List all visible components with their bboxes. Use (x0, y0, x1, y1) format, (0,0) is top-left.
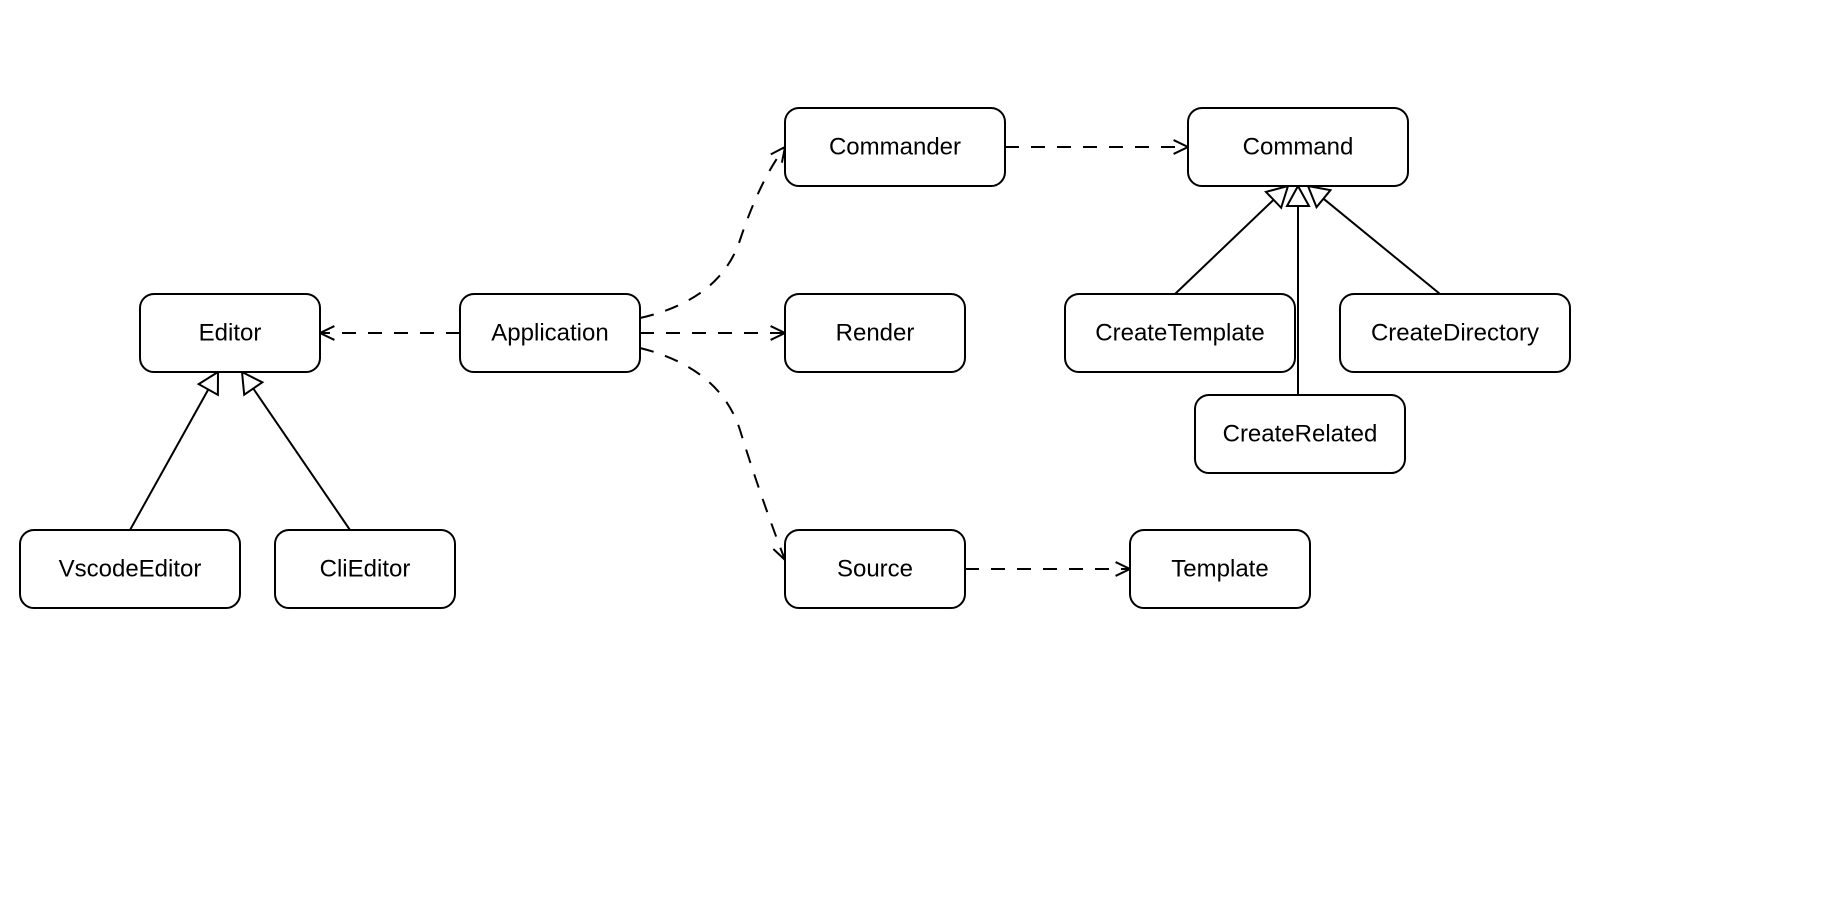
node-label-vscodeEditor: VscodeEditor (59, 555, 202, 582)
arrow-hollow-icon (1308, 186, 1330, 207)
node-label-template: Template (1171, 555, 1268, 582)
edge-application-to-editor (320, 326, 460, 340)
node-template: Template (1130, 530, 1310, 608)
node-label-cliEditor: CliEditor (320, 555, 411, 582)
edge-vscodeEditor-to-editor (130, 372, 218, 530)
node-vscodeEditor: VscodeEditor (20, 530, 240, 608)
arrow-open-icon (1174, 140, 1188, 154)
node-cliEditor: CliEditor (275, 530, 455, 608)
node-application: Application (460, 294, 640, 372)
edge-createTemplate-to-command (1175, 186, 1288, 294)
nodes-layer: Editor VscodeEditor CliEditor Application Co… (20, 108, 1570, 608)
edge-createDirectory-to-command (1308, 186, 1440, 294)
node-createDirectory: CreateDirectory (1340, 294, 1570, 372)
edge-application-to-source (640, 348, 786, 560)
node-createRelated: CreateRelated (1195, 395, 1405, 473)
edge-source-to-template (965, 562, 1130, 576)
node-label-source: Source (837, 555, 913, 582)
node-createTemplate: CreateTemplate (1065, 294, 1295, 372)
edge-application-to-render (640, 326, 785, 340)
node-label-createTemplate: CreateTemplate (1095, 319, 1264, 346)
node-label-application: Application (491, 319, 608, 346)
arrow-hollow-icon (242, 372, 262, 395)
node-render: Render (785, 294, 965, 372)
node-command: Command (1188, 108, 1408, 186)
node-label-createRelated: CreateRelated (1223, 420, 1378, 447)
node-editor: Editor (140, 294, 320, 372)
arrow-hollow-icon (1287, 186, 1309, 206)
node-label-editor: Editor (199, 319, 262, 346)
node-label-command: Command (1243, 133, 1354, 160)
node-label-render: Render (836, 319, 915, 346)
node-label-commander: Commander (829, 133, 961, 160)
edge-cliEditor-to-editor (242, 372, 350, 530)
edge-application-to-commander (640, 147, 785, 318)
class-diagram: Editor VscodeEditor CliEditor Application Co… (0, 0, 1834, 924)
node-source: Source (785, 530, 965, 608)
node-commander: Commander (785, 108, 1005, 186)
arrow-open-icon (771, 147, 785, 163)
edge-commander-to-command (1005, 140, 1188, 154)
node-label-createDirectory: CreateDirectory (1371, 319, 1539, 346)
